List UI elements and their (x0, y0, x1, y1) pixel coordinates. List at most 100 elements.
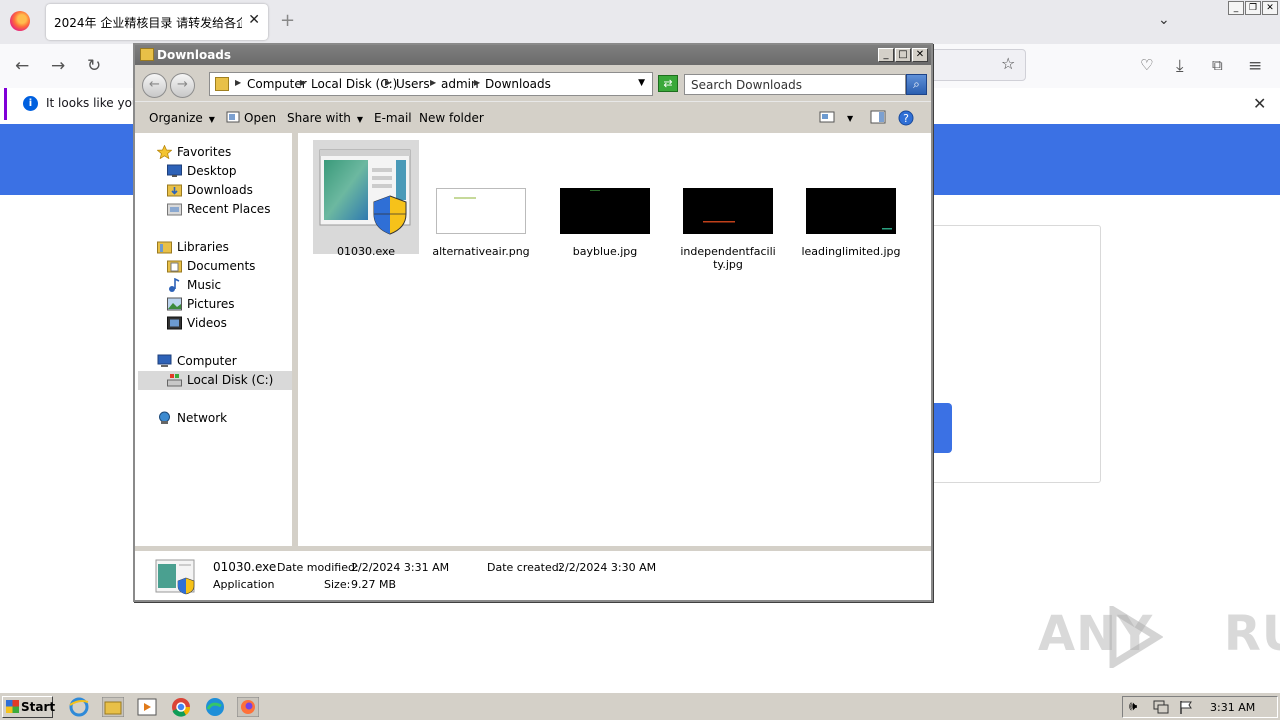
application-icon (319, 149, 411, 235)
menu-icon[interactable]: ≡ (1248, 56, 1262, 76)
nav-item-videos[interactable]: Videos (167, 314, 287, 333)
clock[interactable]: 3:31 AM (1210, 701, 1255, 714)
downloads-icon[interactable]: ⤓ (1176, 56, 1184, 76)
chevron-right-icon[interactable]: ▶ (430, 78, 436, 87)
file-item-01030-exe[interactable]: 01030.exe (313, 140, 419, 258)
help-icon[interactable]: ? (898, 110, 914, 126)
file-item-leadinglimited-jpg[interactable]: leadinglimited.jpg (798, 140, 904, 258)
open-icon (226, 111, 240, 123)
internet-explorer-icon[interactable] (68, 697, 90, 717)
chevron-right-icon[interactable]: ▶ (235, 78, 241, 87)
firefox-icon[interactable] (237, 697, 259, 717)
edge-icon[interactable] (204, 697, 226, 717)
volume-icon[interactable]: 🕪 (1129, 699, 1137, 714)
media-player-icon[interactable] (136, 697, 158, 717)
close-window-icon[interactable]: ✕ (1262, 1, 1278, 15)
back-icon[interactable]: ← (15, 56, 29, 76)
explorer-title-bar[interactable]: Downloads _ □ ✕ (135, 45, 931, 65)
windows-logo-icon (6, 700, 19, 713)
file-item-alternativeair-png[interactable]: alternativeair.png (428, 140, 534, 258)
close-icon[interactable]: ✕ (912, 48, 928, 62)
bookmark-star-icon[interactable]: ☆ (1001, 54, 1015, 73)
explorer-title: Downloads (157, 48, 232, 62)
forward-icon[interactable]: → (170, 73, 195, 98)
breadcrumb-admin[interactable]: admin (441, 77, 479, 91)
address-row: ← → ▶ Computer ▶ Local Disk (C:) ▶ Users… (135, 65, 931, 101)
star-icon (157, 145, 172, 159)
restore-icon[interactable]: ❐ (1245, 1, 1261, 15)
anyrun-play-icon (1109, 606, 1163, 668)
action-center-flag-icon[interactable] (1179, 700, 1193, 715)
browser-tab[interactable]: 2024年 企业精核目录 请转发给各企业 ✕ (46, 4, 268, 40)
search-input[interactable]: Search Downloads (684, 74, 906, 95)
details-filename: 01030.exe (213, 560, 277, 574)
file-name: independentfacility.jpg (680, 245, 776, 271)
size-label: Size: (324, 578, 351, 591)
new-tab-icon[interactable]: + (280, 10, 295, 31)
documents-icon (167, 260, 182, 273)
nav-item-favorites[interactable]: Favorites (157, 143, 287, 162)
address-bar[interactable]: ▶ Computer ▶ Local Disk (C:) ▶ Users ▶ a… (209, 72, 653, 96)
local-disk-icon (167, 374, 182, 387)
date-created-value: 2/2/2024 3:30 AM (558, 561, 657, 574)
extensions-icon[interactable]: ⧉ (1212, 56, 1223, 74)
breadcrumb-computer[interactable]: Computer (247, 77, 307, 91)
image-thumbnail (436, 188, 526, 234)
date-created-label: Date created: (487, 561, 563, 574)
minimize-icon[interactable]: _ (1228, 1, 1244, 15)
size-value: 9.27 MB (351, 578, 397, 591)
nav-item-pictures[interactable]: Pictures (167, 295, 287, 314)
pictures-icon (167, 297, 182, 311)
nav-item-downloads[interactable]: Downloads (167, 181, 287, 200)
browser-tab-bar: 2024年 企业精核目录 请转发给各企业 ✕ + ⌄ _ ❐ ✕ (0, 0, 1280, 44)
share-with-button[interactable]: Share with ▼ (287, 111, 363, 125)
command-bar: Organize ▼ Open Share with ▼ E-mail New fo… (135, 101, 931, 133)
nav-item-desktop[interactable]: Desktop (167, 162, 287, 181)
back-icon[interactable]: ← (142, 73, 167, 98)
nav-item-computer[interactable]: Computer (157, 352, 287, 371)
list-all-tabs-icon[interactable]: ⌄ (1158, 12, 1170, 28)
nav-item-network[interactable]: Network (157, 409, 287, 428)
search-icon[interactable]: ⌕ (906, 74, 927, 95)
chevron-right-icon[interactable]: ▶ (385, 78, 391, 87)
breadcrumb-downloads[interactable]: Downloads (485, 77, 551, 91)
music-icon (169, 278, 180, 292)
search-placeholder: Search Downloads (691, 78, 802, 92)
nav-item-libraries[interactable]: Libraries (157, 238, 287, 257)
firefox-logo-icon (10, 11, 30, 31)
chevron-right-icon[interactable]: ▶ (474, 78, 480, 87)
nav-item-local-disk[interactable]: Local Disk (C:) (138, 371, 292, 390)
downloads-folder-icon (167, 184, 182, 197)
start-button[interactable]: Start (2, 696, 55, 718)
file-item-independentfacility-jpg[interactable]: independentfacility.jpg (675, 140, 781, 271)
nav-item-recent-places[interactable]: Recent Places (167, 200, 287, 219)
minimize-icon[interactable]: _ (878, 48, 894, 62)
file-explorer-icon[interactable] (102, 697, 124, 717)
network-status-icon[interactable] (1153, 700, 1169, 715)
reload-icon[interactable]: ↻ (87, 56, 101, 76)
forward-icon[interactable]: → (51, 56, 65, 76)
change-view-icon[interactable] (819, 110, 835, 124)
chevron-down-icon[interactable]: ▼ (638, 78, 645, 88)
refresh-icon[interactable]: ⇄ (658, 75, 678, 92)
chevron-right-icon[interactable]: ▶ (300, 78, 306, 87)
breadcrumb-users[interactable]: Users (396, 77, 430, 91)
close-tab-icon[interactable]: ✕ (248, 12, 260, 28)
explorer-window: Downloads _ □ ✕ ← → ▶ Computer ▶ Local D… (133, 43, 933, 602)
image-thumbnail (560, 188, 650, 234)
maximize-icon[interactable]: □ (895, 48, 911, 62)
new-folder-button[interactable]: New folder (419, 111, 484, 125)
pocket-icon[interactable]: ♡ (1140, 56, 1153, 74)
file-item-bayblue-jpg[interactable]: bayblue.jpg (552, 140, 658, 258)
folder-icon (215, 77, 229, 91)
open-button[interactable]: Open (244, 111, 276, 125)
date-modified-label: Date modified: (277, 561, 359, 574)
organize-button[interactable]: Organize ▼ (149, 111, 215, 125)
view-options-chevron-icon[interactable]: ▼ (847, 114, 853, 123)
chrome-icon[interactable] (170, 697, 192, 717)
email-button[interactable]: E-mail (374, 111, 412, 125)
nav-item-documents[interactable]: Documents (167, 257, 287, 276)
close-notification-icon[interactable]: ✕ (1253, 94, 1266, 113)
preview-pane-icon[interactable] (870, 110, 886, 124)
nav-item-music[interactable]: Music (167, 276, 287, 295)
